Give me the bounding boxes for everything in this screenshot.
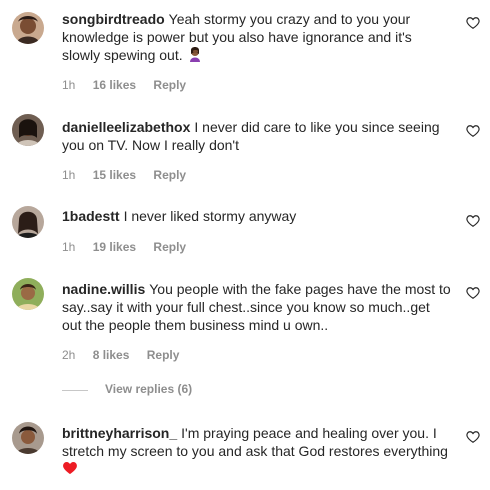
reply-button[interactable]: Reply	[153, 240, 186, 254]
avatar[interactable]	[12, 422, 44, 454]
heart-outline-icon[interactable]	[466, 16, 480, 30]
comment-time: 1h	[62, 240, 76, 254]
comment-likes[interactable]: 19 likes	[93, 240, 136, 254]
comment-username[interactable]: danielleelizabethox	[62, 119, 190, 135]
avatar[interactable]	[12, 278, 44, 310]
reply-button[interactable]: Reply	[147, 348, 180, 362]
avatar[interactable]	[12, 206, 44, 238]
comment-text: brittneyharrison_ I'm praying peace and h…	[62, 424, 452, 480]
view-replies-label[interactable]: View replies (6)	[105, 382, 192, 396]
reply-button[interactable]: Reply	[153, 168, 186, 182]
comment-text: danielleelizabethox I never did care to l…	[62, 118, 452, 154]
heart-outline-icon[interactable]	[466, 124, 480, 138]
woman-facepalming-emoji	[187, 46, 203, 66]
comment-meta: 2h 8 likes Reply	[62, 348, 193, 362]
comment-time: 1h	[62, 78, 76, 92]
comment-meta: 1h 16 likes Reply	[62, 78, 200, 92]
reply-button[interactable]: Reply	[153, 78, 186, 92]
comment-body: I never liked stormy anyway	[123, 208, 297, 224]
replies-divider	[62, 390, 88, 391]
comment-likes[interactable]: 8 likes	[93, 348, 130, 362]
comment-username[interactable]: 1badestt	[62, 208, 120, 224]
red-heart-emoji	[62, 460, 78, 480]
comment-username[interactable]: nadine.willis	[62, 281, 145, 297]
avatar[interactable]	[12, 114, 44, 146]
heart-outline-icon[interactable]	[466, 430, 480, 444]
comment-likes[interactable]: 15 likes	[93, 168, 136, 182]
comment-username[interactable]: songbirdtreado	[62, 11, 165, 27]
comment-meta: 1h 15 likes Reply	[62, 168, 200, 182]
avatar[interactable]	[12, 12, 44, 44]
comment-meta: 1h 19 likes Reply	[62, 240, 200, 254]
comment-time: 1h	[62, 168, 76, 182]
heart-outline-icon[interactable]	[466, 214, 480, 228]
comment-username[interactable]: brittneyharrison_	[62, 425, 177, 441]
comment-time: 2h	[62, 348, 76, 362]
comment-likes[interactable]: 16 likes	[93, 78, 136, 92]
heart-outline-icon[interactable]	[466, 286, 480, 300]
comment-text: 1badestt I never liked stormy anyway	[62, 207, 452, 225]
comment-text: nadine.willis You people with the fake pa…	[62, 280, 452, 334]
comment-text: songbirdtreado Yeah stormy you crazy and …	[62, 10, 452, 66]
